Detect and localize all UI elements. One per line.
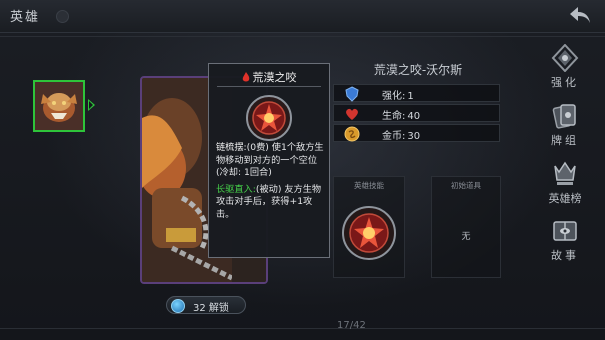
menu-hero-list[interactable]: 英雄榜 (543, 160, 587, 208)
stat-health-label: 生命: (382, 111, 406, 122)
stat-gold-value: 30 (407, 131, 421, 142)
menu-hero-list-label: 英雄榜 (548, 192, 582, 205)
starting-items-title: 初始道具 (451, 181, 481, 190)
hero-name: 荒漠之咬-沃尔斯 (373, 63, 463, 77)
tooltip-body: 链梳摆:(0费) 使1个敌方生物移动到对方的一个空位 (冷却: 1回合) 长驱直… (216, 142, 326, 225)
back-arrow-icon[interactable] (567, 4, 593, 26)
story-icon (553, 221, 577, 241)
unlock-button[interactable]: 32 解锁 (166, 296, 246, 314)
ability-tooltip: 荒漠之咬 链梳摆:(0费) 使1个敌方生物移动到对方的一个空位 (冷却: 1回合… (208, 63, 330, 258)
menu-deck[interactable]: 牌组 (543, 102, 587, 150)
hero-skill-title: 英雄技能 (354, 181, 384, 190)
shield-icon (345, 86, 359, 102)
stat-upgrade-label: 强化: (382, 91, 406, 102)
stat-gold-label: 金币: (382, 131, 406, 142)
hero-list-icon (554, 161, 576, 185)
stat-health-text: 生命: 40 (382, 107, 420, 122)
ability-2: 长驱直入:(被动) 友方生物攻击对手后，获得+1攻击。 (216, 184, 326, 222)
stat-upgrade-text: 强化: 1 (382, 87, 414, 102)
starting-items-panel: 初始道具 无 (431, 176, 501, 278)
ability-2-name: 长驱直入: (216, 183, 256, 195)
starting-items-empty: 无 (461, 232, 471, 242)
tooltip-title: 荒漠之咬 (209, 69, 329, 85)
hero-skill-icon[interactable] (341, 205, 397, 261)
heart-icon (346, 108, 358, 120)
info-icon[interactable] (56, 10, 69, 23)
upgrade-icon (551, 44, 579, 72)
menu-story-label: 故事 (551, 249, 579, 262)
hero-skill-panel: 英雄技能 (333, 176, 405, 278)
ability-1-name: 链梳摆: (216, 142, 247, 153)
menu-story[interactable]: 故事 (543, 217, 587, 265)
divider (0, 36, 605, 37)
menu-upgrade-label: 强化 (551, 76, 579, 89)
menu-deck-label: 牌组 (551, 134, 579, 147)
ability-1: 链梳摆:(0费) 使1个敌方生物移动到对方的一个空位 (冷却: 1回合) (216, 142, 326, 180)
gem-icon (171, 299, 185, 313)
menu-upgrade[interactable]: 强化 (543, 44, 587, 92)
page-indicator: 17/42 (337, 320, 366, 331)
stat-health: 生命: 40 (333, 104, 500, 122)
stat-health-value: 40 (407, 111, 421, 122)
stat-gold-text: 金币: 30 (382, 127, 420, 142)
flame-icon (242, 72, 249, 82)
unlock-label: 32 解锁 (193, 303, 229, 314)
hero-thumbnail[interactable] (33, 80, 85, 132)
tooltip-divider (217, 86, 321, 87)
hero-portrait-icon (35, 82, 83, 130)
stat-gold: 金币: 30 (333, 124, 500, 142)
coin-icon (344, 126, 360, 142)
bottom-divider (0, 328, 605, 329)
ability-emblem-icon (246, 95, 292, 141)
stat-upgrade: 强化: 1 (333, 84, 500, 102)
top-bar: 英雄 (0, 0, 605, 33)
card-deck-icon (552, 104, 576, 129)
stat-upgrade-value: 1 (407, 91, 414, 102)
page-title: 英雄 (10, 10, 41, 25)
selected-indicator-inner (89, 101, 93, 109)
tooltip-title-text: 荒漠之咬 (252, 71, 297, 84)
